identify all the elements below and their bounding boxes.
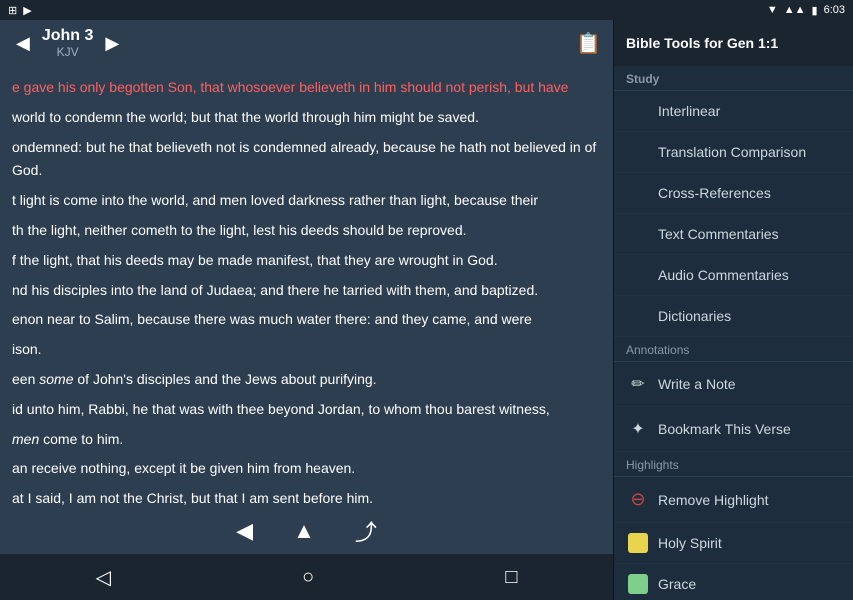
android-back-button[interactable]: ◁: [96, 565, 111, 590]
write-note-label: Write a Note: [658, 376, 736, 392]
highlights-section-label: Highlights: [614, 452, 853, 477]
menu-item-remove-highlight[interactable]: ⊖ Remove Highlight: [614, 477, 853, 523]
right-panel-content: Study Interlinear Translation Comparison…: [614, 66, 853, 600]
android-nav-bar: ◁ ○ □: [0, 554, 613, 600]
status-bar-left: ⊞ ▶: [8, 4, 32, 17]
cross-references-label: Cross-References: [658, 185, 771, 201]
up-button[interactable]: ▲: [293, 518, 315, 544]
verse-line-9: ison.: [12, 338, 601, 362]
verse-line-8: enon near to Salim, because there was mu…: [12, 308, 601, 332]
book-name: John 3: [42, 27, 94, 45]
menu-item-bookmark[interactable]: ✦ Bookmark This Verse: [614, 407, 853, 452]
menu-item-audio-commentaries[interactable]: Audio Commentaries: [614, 255, 853, 296]
main-content: ◀ John 3 KJV ▶ 📋 e gave his only begotte…: [0, 20, 853, 600]
prev-chapter-button[interactable]: ◀: [12, 29, 34, 58]
verse-line-5: th the light, neither cometh to the ligh…: [12, 219, 601, 243]
verse-line-11: id unto him, Rabbi, he that was with the…: [12, 398, 601, 422]
nav-center: ◀ John 3 KJV ▶: [12, 27, 123, 59]
menu-item-translation-comparison[interactable]: Translation Comparison: [614, 132, 853, 173]
translation-comparison-label: Translation Comparison: [658, 144, 806, 160]
bible-version: KJV: [42, 45, 94, 59]
grace-label: Grace: [658, 576, 696, 592]
annotations-section-label: Annotations: [614, 337, 853, 362]
wifi-icon: ▲▲: [784, 4, 806, 16]
remove-highlight-icon: ⊖: [628, 489, 648, 510]
highlight-item-holy-spirit[interactable]: Holy Spirit: [614, 523, 853, 564]
holy-spirit-label: Holy Spirit: [658, 535, 722, 551]
dictionaries-label: Dictionaries: [658, 308, 731, 324]
verse-line-7: nd his disciples into the land of Judaea…: [12, 279, 601, 303]
verse-line-12: men come to him.: [12, 428, 601, 452]
bible-panel: ◀ John 3 KJV ▶ 📋 e gave his only begotte…: [0, 20, 613, 600]
verse-line-3: ondemned: but he that believeth not is c…: [12, 136, 601, 184]
write-note-icon: ✏: [628, 374, 648, 394]
play-icon: ▶: [23, 4, 31, 17]
verse-line-1: e gave his only begotten Son, that whoso…: [12, 76, 601, 100]
menu-item-text-commentaries[interactable]: Text Commentaries: [614, 214, 853, 255]
verse-line-10: een some of John's disciples and the Jew…: [12, 368, 601, 392]
verse-line-14: at I said, I am not the Christ, but that…: [12, 487, 601, 508]
signal-icon: ▼: [767, 4, 778, 16]
text-commentaries-label: Text Commentaries: [658, 226, 779, 242]
verse-line-4: t light is come into the world, and men …: [12, 189, 601, 213]
audio-commentaries-label: Audio Commentaries: [658, 267, 789, 283]
verse-line-6: f the light, that his deeds may be made …: [12, 249, 601, 273]
android-recent-button[interactable]: □: [505, 566, 517, 589]
study-section-label: Study: [614, 66, 853, 91]
verse-line-13: an receive nothing, except it be given h…: [12, 457, 601, 481]
bottom-toolbar: ◀ ▲ ⤴: [0, 508, 613, 554]
chapter-title[interactable]: John 3 KJV: [42, 27, 94, 59]
top-nav: ◀ John 3 KJV ▶ 📋: [0, 20, 613, 66]
time-display: 6:03: [824, 4, 845, 16]
interlinear-label: Interlinear: [658, 103, 720, 119]
menu-item-interlinear[interactable]: Interlinear: [614, 91, 853, 132]
verse-line-2: world to condemn the world; but that the…: [12, 106, 601, 130]
android-home-button[interactable]: ○: [302, 566, 314, 589]
bookmark-label: Bookmark This Verse: [658, 421, 791, 437]
status-bar: ⊞ ▶ ▼ ▲▲ ▮ 6:03: [0, 0, 853, 20]
next-chapter-button[interactable]: ▶: [101, 29, 123, 58]
menu-item-write-note[interactable]: ✏ Write a Note: [614, 362, 853, 407]
battery-icon: ▮: [812, 4, 818, 17]
grace-color-dot: [628, 574, 648, 594]
right-panel-title: Bible Tools for Gen 1:1: [626, 35, 778, 51]
bible-text-area: e gave his only begotten Son, that whoso…: [0, 66, 613, 508]
bookmark-icon[interactable]: 📋: [576, 31, 601, 56]
menu-item-dictionaries[interactable]: Dictionaries: [614, 296, 853, 337]
status-bar-right: ▼ ▲▲ ▮ 6:03: [767, 4, 845, 17]
share-button[interactable]: ⤴: [355, 515, 377, 547]
app-icon: ⊞: [8, 4, 17, 17]
holy-spirit-color-dot: [628, 533, 648, 553]
right-panel-header: Bible Tools for Gen 1:1: [614, 20, 853, 66]
menu-item-cross-references[interactable]: Cross-References: [614, 173, 853, 214]
highlight-item-grace[interactable]: Grace: [614, 564, 853, 600]
remove-highlight-label: Remove Highlight: [658, 492, 769, 508]
bookmark-this-verse-icon: ✦: [628, 419, 648, 439]
right-panel: Bible Tools for Gen 1:1 Study Interlinea…: [613, 20, 853, 600]
back-button[interactable]: ◀: [236, 518, 253, 544]
